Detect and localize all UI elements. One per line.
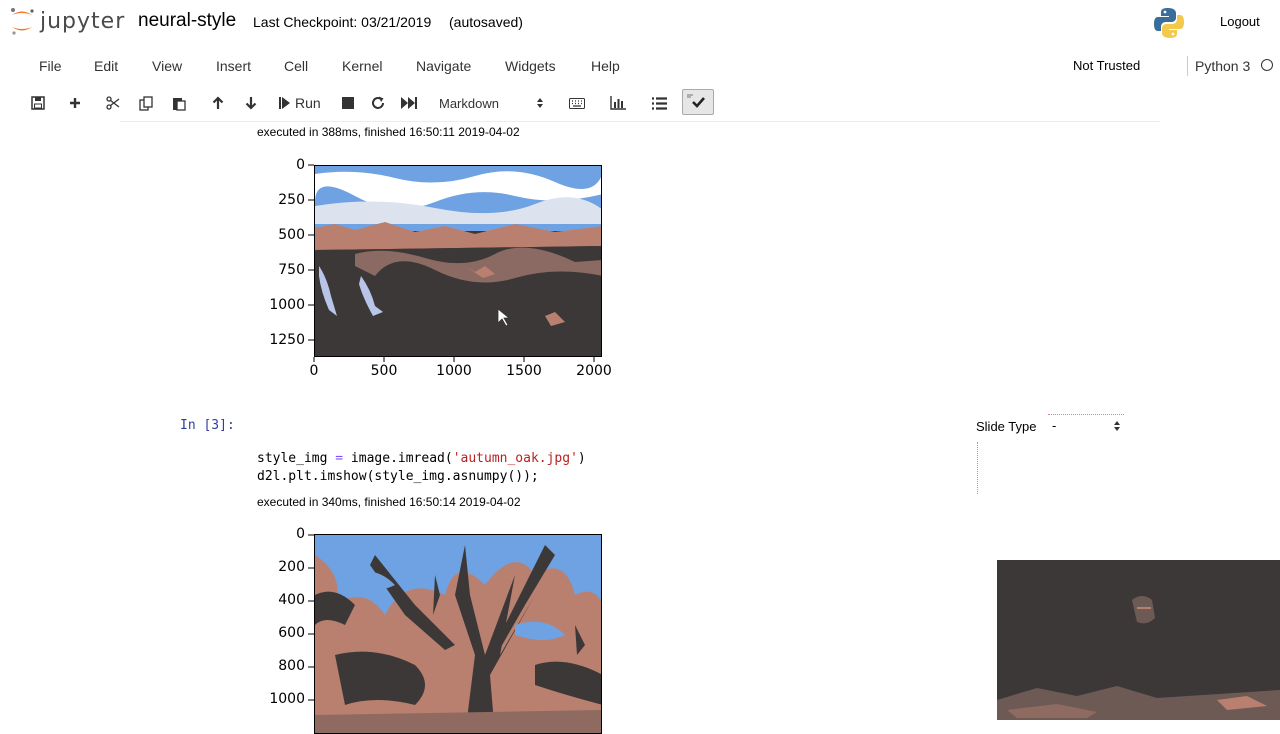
nbgrader-toggle-button[interactable] <box>682 89 714 115</box>
plot2-ytick: 800 <box>278 658 305 674</box>
toc-button[interactable] <box>650 92 668 114</box>
code-operator: = <box>335 451 344 466</box>
autosave-status: (autosaved) <box>449 14 523 30</box>
command-palette-button[interactable] <box>568 92 586 114</box>
stop-icon <box>342 97 354 109</box>
python-logo-icon <box>1154 8 1184 38</box>
bar-chart-icon <box>610 96 626 110</box>
menu-help[interactable]: Help <box>591 58 620 74</box>
slide-border <box>977 442 978 494</box>
plot2-ytick: 200 <box>278 559 305 575</box>
kernel-separator <box>1187 56 1188 76</box>
slide-type-value: - <box>1052 418 1057 433</box>
plus-icon <box>70 98 80 108</box>
slide-type-select[interactable]: - <box>1048 414 1124 436</box>
plot1-ytick: 1250 <box>269 332 305 348</box>
code-token: ) <box>577 451 586 466</box>
plot1-xtick: 1000 <box>436 363 472 379</box>
cut-button[interactable] <box>104 92 122 114</box>
save-icon <box>31 96 45 110</box>
header: jupyter neural-style Last Checkpoint: 03… <box>0 0 1280 44</box>
plot1-xaxis-ticks <box>313 357 595 362</box>
toolbar <box>0 88 1280 118</box>
plot2-ytick: 0 <box>296 526 305 542</box>
fast-forward-icon <box>401 97 417 109</box>
webcam-overlay <box>997 560 1280 720</box>
header-divider <box>120 121 1160 122</box>
paste-icon <box>173 97 186 111</box>
plot1-ytick: 1000 <box>269 297 305 313</box>
plot2-ytick: 1000 <box>269 691 305 707</box>
plot2-ytick: 400 <box>278 592 305 608</box>
menu-cell[interactable]: Cell <box>284 58 308 74</box>
presenter-video <box>997 596 1280 720</box>
menu-widgets[interactable]: Widgets <box>505 58 556 74</box>
plot1-xtick: 500 <box>370 363 398 379</box>
save-button[interactable] <box>29 92 47 114</box>
check-icon <box>687 94 705 108</box>
arrow-up-icon <box>212 96 224 109</box>
code-token: image.imread( <box>343 451 453 466</box>
menu-insert[interactable]: Insert <box>216 58 251 74</box>
plot1-yaxis-ticks <box>308 164 314 341</box>
plot1-xtick: 2000 <box>576 363 612 379</box>
run-label: Run <box>295 95 321 111</box>
plot1-ytick: 250 <box>278 192 305 208</box>
style-image-plot <box>314 534 602 734</box>
slide-type-label: Slide Type <box>976 419 1037 434</box>
scissors-icon <box>106 96 120 110</box>
jupyter-logo[interactable]: jupyter <box>8 6 125 36</box>
plot2-yaxis-ticks <box>308 534 314 701</box>
move-down-button[interactable] <box>242 92 260 114</box>
arrow-down-icon <box>245 97 257 110</box>
cell-prompt: In [3]: <box>180 418 235 433</box>
run-icon <box>279 97 290 109</box>
logout-button[interactable]: Logout <box>1212 10 1268 33</box>
menu-view[interactable]: View <box>152 58 182 74</box>
code-line-2[interactable]: d2l.plt.imshow(style_img.asnumpy()); <box>257 469 539 484</box>
plot1-xtick: 0 <box>309 363 319 379</box>
plot1-ytick: 750 <box>278 262 305 278</box>
jupyter-logo-text: jupyter <box>40 8 126 34</box>
paste-button[interactable] <box>170 92 188 114</box>
menu-edit[interactable]: Edit <box>94 58 118 74</box>
plot1-xtick: 1500 <box>506 363 542 379</box>
copy-icon <box>138 95 153 111</box>
restart-button[interactable] <box>369 92 387 114</box>
move-up-button[interactable] <box>209 92 227 114</box>
list-icon <box>651 96 667 110</box>
run-button[interactable]: Run <box>279 92 325 114</box>
plot1-ytick: 500 <box>278 227 305 243</box>
interrupt-button[interactable] <box>339 92 357 114</box>
restart-run-all-button[interactable] <box>400 92 418 114</box>
exec-info-1: executed in 388ms, finished 16:50:11 201… <box>257 125 520 139</box>
select-arrows-icon <box>1114 420 1120 431</box>
select-arrows-icon <box>537 98 543 108</box>
menu-navigate[interactable]: Navigate <box>416 58 471 74</box>
kernel-name: Python 3 <box>1195 58 1251 74</box>
chart-button[interactable] <box>609 92 627 114</box>
trust-status-button[interactable]: Not Trusted <box>1065 57 1148 74</box>
content-image-plot <box>314 165 602 357</box>
exec-info-3: executed in 340ms, finished 16:50:14 201… <box>257 495 521 509</box>
cell-type-value: Markdown <box>439 95 499 111</box>
copy-button[interactable] <box>137 92 155 114</box>
notebook-name[interactable]: neural-style <box>138 10 236 32</box>
menu-file[interactable]: File <box>39 58 62 74</box>
insert-cell-button[interactable] <box>66 92 84 114</box>
code-string: 'autumn_oak.jpg' <box>452 451 578 466</box>
oak-tree-photo <box>315 535 601 733</box>
mountain-photo <box>315 166 601 356</box>
code-token: style_img <box>257 451 336 466</box>
checkpoint-status: Last Checkpoint: 03/21/2019 <box>253 14 432 30</box>
cell-type-select[interactable]: Markdown <box>433 92 549 114</box>
code-line-1[interactable]: style_img = image.imread('autumn_oak.jpg… <box>257 451 586 466</box>
kernel-status-icon <box>1261 59 1273 71</box>
keyboard-icon <box>569 97 585 109</box>
plot2-ytick: 600 <box>278 625 305 641</box>
restart-icon <box>372 96 384 109</box>
plot1-ytick: 0 <box>296 157 305 173</box>
menu-kernel[interactable]: Kernel <box>342 58 382 74</box>
jupyter-logo-icon <box>11 8 34 35</box>
